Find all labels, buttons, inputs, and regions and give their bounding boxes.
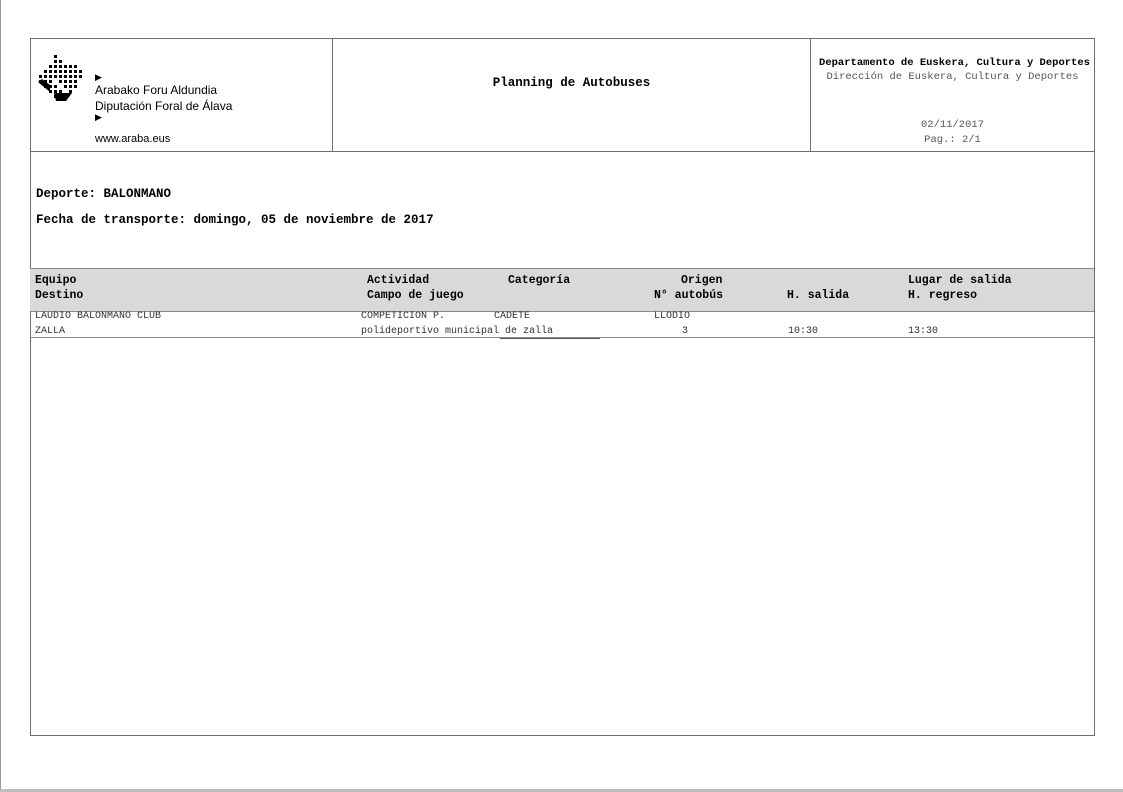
cell-actividad: COMPETICION P. (361, 311, 446, 322)
logo-basque-name: Arabako Foru Aldundia (95, 83, 218, 97)
col-header-actividad: Actividad (367, 274, 430, 287)
cell-h-salida: 10:30 (788, 326, 819, 337)
col-header-equipo: Equipo (35, 274, 77, 287)
page-title: Planning de Autobuses (492, 76, 651, 90)
col-header-h-salida: H. salida (787, 289, 850, 302)
cell-destino: ZALLA (35, 326, 66, 337)
header-divider (30, 151, 1094, 152)
cell-equipo: LAUDIO BALONMANO CLUB (35, 311, 162, 322)
department-subtitle: Dirección de Euskera, Cultura y Deportes (826, 71, 1079, 83)
sport-label: Deporte: BALONMANO (36, 187, 172, 201)
department-name: Departamento de Euskera, Cultura y Depor… (819, 57, 1090, 69)
col-header-categoria: Categoría (508, 274, 571, 287)
logo-website: www.araba.eus (95, 133, 171, 145)
cell-categoria: CADETE (494, 311, 531, 322)
logo-arrow-icon: ▶ (95, 73, 102, 83)
page-left-edge (0, 0, 1, 792)
col-header-campo: Campo de juego (367, 289, 464, 302)
transport-date-label: Fecha de transporte: domingo, 05 de novi… (36, 213, 434, 227)
cell-origen: LLODIO (654, 311, 691, 322)
col-header-destino: Destino (35, 289, 84, 302)
field-underline (500, 338, 600, 339)
cell-h-regreso: 13:30 (908, 326, 939, 337)
col-header-num-autobus: N° autobús (654, 289, 724, 302)
cell-campo: polideportivo municipal de zalla (361, 326, 554, 337)
page-number: Pag.: 2/1 (924, 134, 981, 146)
col-header-lugar-salida: Lugar de salida (908, 274, 1012, 287)
row-divider (30, 337, 1094, 338)
header-title-cell (333, 38, 811, 151)
cell-num-autobus: 3 (682, 326, 689, 337)
logo-spanish-name: Diputación Foral de Álava (95, 99, 233, 113)
col-header-h-regreso: H. regreso (908, 289, 978, 302)
col-header-origen: Origen (681, 274, 723, 287)
report-date: 02/11/2017 (920, 119, 984, 131)
logo-arrow-icon: ▶ (95, 113, 102, 123)
araba-logo-icon (38, 55, 82, 101)
